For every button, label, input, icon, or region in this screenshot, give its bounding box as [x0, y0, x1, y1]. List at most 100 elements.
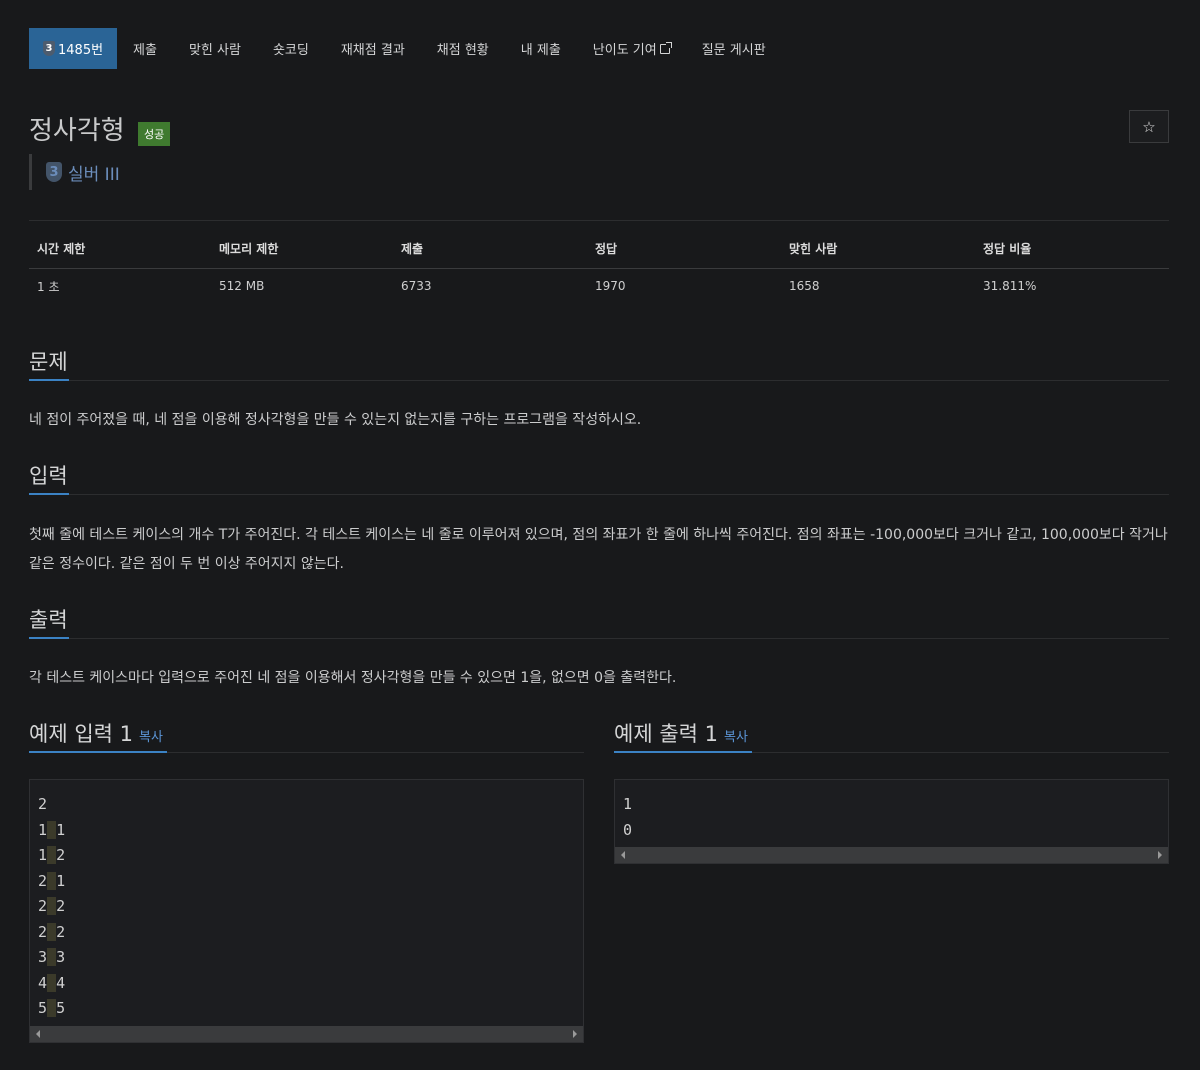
memory-limit-value: 512 MB	[219, 279, 265, 294]
problem-title: 정사각형	[29, 116, 125, 146]
sample-input-token: 2	[38, 897, 48, 915]
sample-input-token: 2	[56, 922, 66, 941]
section-divider	[29, 379, 1169, 381]
tab-problem-label: 1485번	[58, 43, 104, 58]
scroll-left-icon[interactable]	[621, 851, 625, 859]
sample-input-token: 1	[56, 820, 66, 839]
problem-nav: 3 1485번 제출 맞힌 사람 숏코딩 재채점 결과 채점 현황 내 제출 난…	[29, 28, 1169, 69]
sample-input-line: 3 3	[38, 945, 575, 971]
header-accuracy: 정답 비율	[975, 230, 1169, 269]
section-divider	[29, 751, 584, 753]
output-description-text: 각 테스트 케이스마다 입력으로 주어진 네 점을 이용해서 정사각형을 만들 …	[29, 670, 677, 686]
header-submissions: 제출	[393, 230, 587, 269]
whitespace-marker	[47, 846, 57, 864]
tab-problem[interactable]: 3 1485번	[29, 28, 118, 69]
submissions-value: 6733	[401, 279, 432, 294]
copy-sample-output-button[interactable]: 복사	[724, 730, 748, 745]
silver-tier-icon: 3	[46, 162, 62, 182]
problem-header: 정사각형 성공 ☆	[29, 110, 1169, 150]
tab-solved-users-label: 맞힌 사람	[188, 43, 241, 58]
table-row: 1 초 512 MB 6733 1970 1658 31.811%	[29, 268, 1169, 304]
tab-status[interactable]: 채점 현황	[421, 28, 505, 69]
sample-input-line: 5 5	[38, 996, 575, 1022]
favorite-button[interactable]: ☆	[1129, 110, 1169, 143]
status-badge: 성공	[138, 122, 171, 146]
input-heading: 입력	[29, 464, 68, 488]
external-link-icon	[659, 41, 672, 54]
section-divider	[614, 751, 1169, 753]
scroll-right-icon[interactable]	[573, 1030, 577, 1038]
sample-input-line: 4 4	[38, 971, 575, 997]
tab-question-board-label: 질문 게시판	[701, 43, 766, 58]
sample-input-line: 2 2	[38, 920, 575, 946]
sample-input-token: 2	[56, 897, 66, 915]
sample-input-line: 2 1	[38, 869, 575, 895]
horizontal-scrollbar[interactable]	[30, 1026, 583, 1042]
sample-input-line: 2 2	[38, 894, 575, 920]
tab-submit[interactable]: 제출	[117, 28, 173, 69]
problem-tier: 3 실버 III	[29, 154, 120, 190]
whitespace-marker	[47, 820, 57, 839]
sample-output-line: 1	[623, 795, 633, 813]
header-memory-limit: 메모리 제한	[211, 230, 393, 269]
sample-input-token: 1	[38, 820, 48, 839]
sample-input-token: 3	[38, 948, 48, 966]
whitespace-marker	[47, 871, 57, 890]
copy-sample-input-button[interactable]: 복사	[139, 730, 163, 745]
header-solved-users: 맞힌 사람	[781, 230, 975, 269]
problem-info-table: 시간 제한 메모리 제한 제출 정답 맞힌 사람 정답 비율 1 초 512 M…	[29, 230, 1169, 304]
sample-input-line: 1 1	[38, 818, 575, 844]
whitespace-marker	[47, 897, 57, 915]
sample-input-box[interactable]: 21 11 22 12 22 23 34 45 5	[29, 779, 584, 1043]
divider	[29, 220, 1169, 221]
sample-input-token: 2	[38, 922, 48, 941]
sample-input-token: 2	[38, 871, 48, 890]
whitespace-marker	[47, 948, 57, 966]
sample-input-token: 5	[38, 999, 48, 1017]
sample-input-token: 2	[38, 795, 48, 813]
scroll-left-icon[interactable]	[36, 1030, 40, 1038]
tab-rejudge-results-label: 재채점 결과	[340, 43, 405, 58]
tab-my-submissions[interactable]: 내 제출	[505, 28, 577, 69]
sample-output-title: 예제 출력 1	[614, 722, 718, 746]
sample-input-heading: 예제 입력 1 복사	[29, 718, 163, 748]
tab-short-coding[interactable]: 숏코딩	[257, 28, 325, 69]
sample-input-token: 1	[38, 846, 48, 864]
whitespace-marker	[47, 999, 57, 1017]
sample-input-token: 3	[56, 948, 66, 966]
horizontal-scrollbar[interactable]	[615, 847, 1168, 863]
whitespace-marker	[47, 922, 57, 941]
problem-description-text: 네 점이 주어졌을 때, 네 점을 이용해 정사각형을 만들 수 있는지 없는지…	[29, 412, 642, 428]
header-accepted: 정답	[587, 230, 781, 269]
sample-input-token: 5	[56, 999, 66, 1017]
sample-output-line: 0	[623, 820, 633, 839]
scroll-right-icon[interactable]	[1158, 851, 1162, 859]
solved-users-value: 1658	[789, 279, 820, 294]
tab-difficulty-contribution[interactable]: 난이도 기여	[577, 28, 686, 69]
sample-output-box[interactable]: 10	[614, 779, 1169, 864]
time-limit-value: 1 초	[37, 279, 60, 294]
header-time-limit: 시간 제한	[29, 230, 211, 269]
silver-tier-icon: 3	[43, 41, 55, 56]
table-header-row: 시간 제한 메모리 제한 제출 정답 맞힌 사람 정답 비율	[29, 230, 1169, 269]
accuracy-value: 31.811%	[983, 279, 1037, 294]
tab-solved-users[interactable]: 맞힌 사람	[173, 28, 257, 69]
accepted-value: 1970	[595, 279, 626, 294]
tab-rejudge-results[interactable]: 재채점 결과	[325, 28, 421, 69]
tier-label: 실버 III	[68, 164, 120, 185]
sample-input-token: 4	[56, 973, 66, 992]
tab-difficulty-contribution-label: 난이도 기여	[592, 43, 657, 58]
sample-input-content: 21 11 22 12 22 23 34 45 5	[30, 780, 583, 1022]
section-divider	[29, 493, 1169, 495]
tab-submit-label: 제출	[133, 43, 157, 58]
sample-input-line: 2	[38, 792, 575, 818]
sample-input-token: 4	[38, 973, 48, 992]
sample-input-token: 2	[56, 846, 66, 864]
tab-short-coding-label: 숏코딩	[272, 43, 309, 58]
problem-description-heading: 문제	[29, 350, 68, 374]
sample-input-title: 예제 입력 1	[29, 722, 133, 746]
whitespace-marker	[47, 973, 57, 992]
sample-input-line: 1 2	[38, 843, 575, 869]
tab-my-submissions-label: 내 제출	[520, 43, 561, 58]
tab-question-board[interactable]: 질문 게시판	[686, 28, 782, 69]
